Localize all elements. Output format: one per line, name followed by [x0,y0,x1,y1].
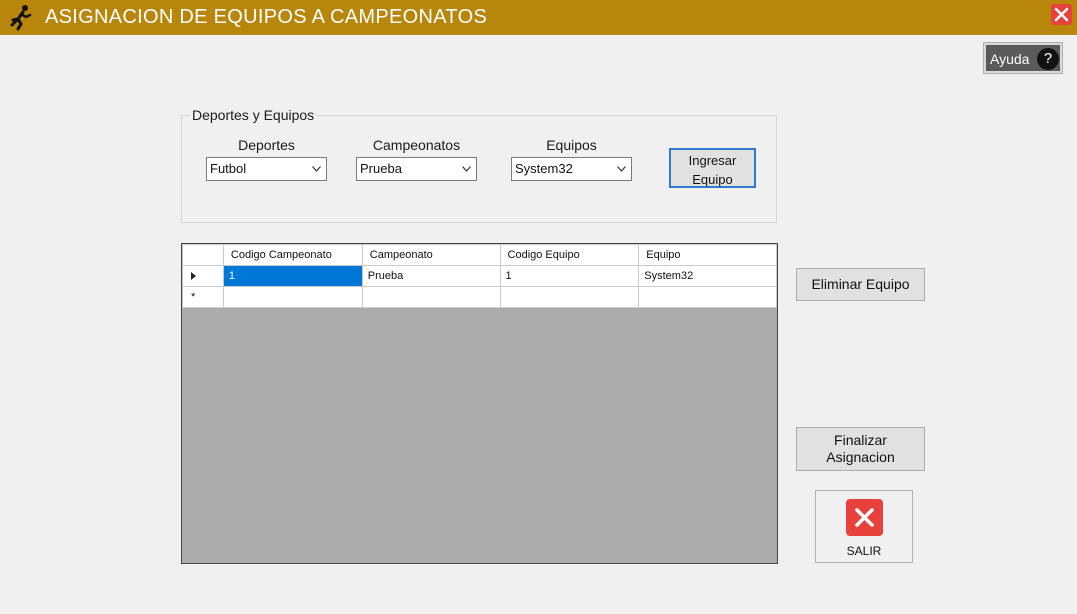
cell-campeonato[interactable]: Prueba [361,265,501,287]
help-button[interactable]: Ayuda ? [983,42,1063,74]
new-cell-codigo-campeonato[interactable] [222,286,363,308]
column-header-campeonato[interactable]: Campeonato [361,244,501,266]
chevron-down-icon [617,166,626,172]
groupbox-legend: Deportes y Equipos [190,107,317,123]
row-header-cell[interactable] [182,265,224,287]
grid-corner-cell [182,244,224,266]
equipos-value: System32 [515,161,573,176]
ingresar-line2: Equipo [692,172,733,187]
new-cell-campeonato[interactable] [361,286,501,308]
deportes-combobox[interactable]: Futbol [206,157,327,181]
exit-x-icon [846,499,883,536]
campeonatos-combobox[interactable]: Prueba [356,157,477,181]
new-cell-equipo[interactable] [638,286,777,308]
ingresar-equipo-button[interactable]: Ingresar Equipo [669,148,756,188]
chevron-down-icon [312,166,321,172]
title-bar: ASIGNACION DE EQUIPOS A CAMPEONATOS [0,0,1077,35]
close-button[interactable] [1051,4,1072,25]
chevron-down-icon [462,166,471,172]
equipos-combobox[interactable]: System32 [511,157,632,181]
help-label: Ayuda [990,51,1030,67]
new-row-header-cell[interactable]: * [182,286,224,308]
new-row-marker: * [191,291,196,303]
new-row[interactable]: * [182,286,777,308]
ingresar-line1: Ingresar [688,153,737,168]
campeonatos-label: Campeonatos [372,137,461,153]
equipos-label: Equipos [546,137,597,153]
campeonatos-value: Prueba [360,161,402,176]
close-icon [1054,7,1069,22]
column-header-codigo-campeonato[interactable]: Codigo Campeonato [222,244,363,266]
salir-label: SALIR [846,544,882,558]
cell-codigo-campeonato[interactable]: 1 [222,265,363,287]
finalizar-line1: Finalizar [834,432,887,448]
help-button-face: Ayuda ? [986,45,1060,71]
grid-table: Codigo Campeonato Campeonato Codigo Equi… [182,244,777,308]
assignments-grid[interactable]: Codigo Campeonato Campeonato Codigo Equi… [181,243,778,564]
column-header-equipo[interactable]: Equipo [638,244,777,266]
column-header-codigo-equipo[interactable]: Codigo Equipo [499,244,640,266]
deportes-value: Futbol [210,161,247,176]
salir-button[interactable]: SALIR [815,490,913,563]
eliminar-equipo-button[interactable]: Eliminar Equipo [796,268,925,301]
finalizar-asignacion-button[interactable]: Finalizar Asignacion [796,427,925,471]
deportes-label: Deportes [238,137,295,153]
table-row[interactable]: 1 Prueba 1 System32 [182,265,777,287]
question-mark-icon: ? [1037,48,1059,70]
current-row-arrow-icon [191,272,196,281]
finalizar-line2: Asignacion [826,449,895,465]
cell-equipo[interactable]: System32 [638,265,777,287]
cell-codigo-equipo[interactable]: 1 [499,265,640,287]
new-cell-codigo-equipo[interactable] [499,286,640,308]
running-person-icon [10,5,32,31]
grid-header-row: Codigo Campeonato Campeonato Codigo Equi… [182,244,777,266]
window-title: ASIGNACION DE EQUIPOS A CAMPEONATOS [45,6,488,28]
